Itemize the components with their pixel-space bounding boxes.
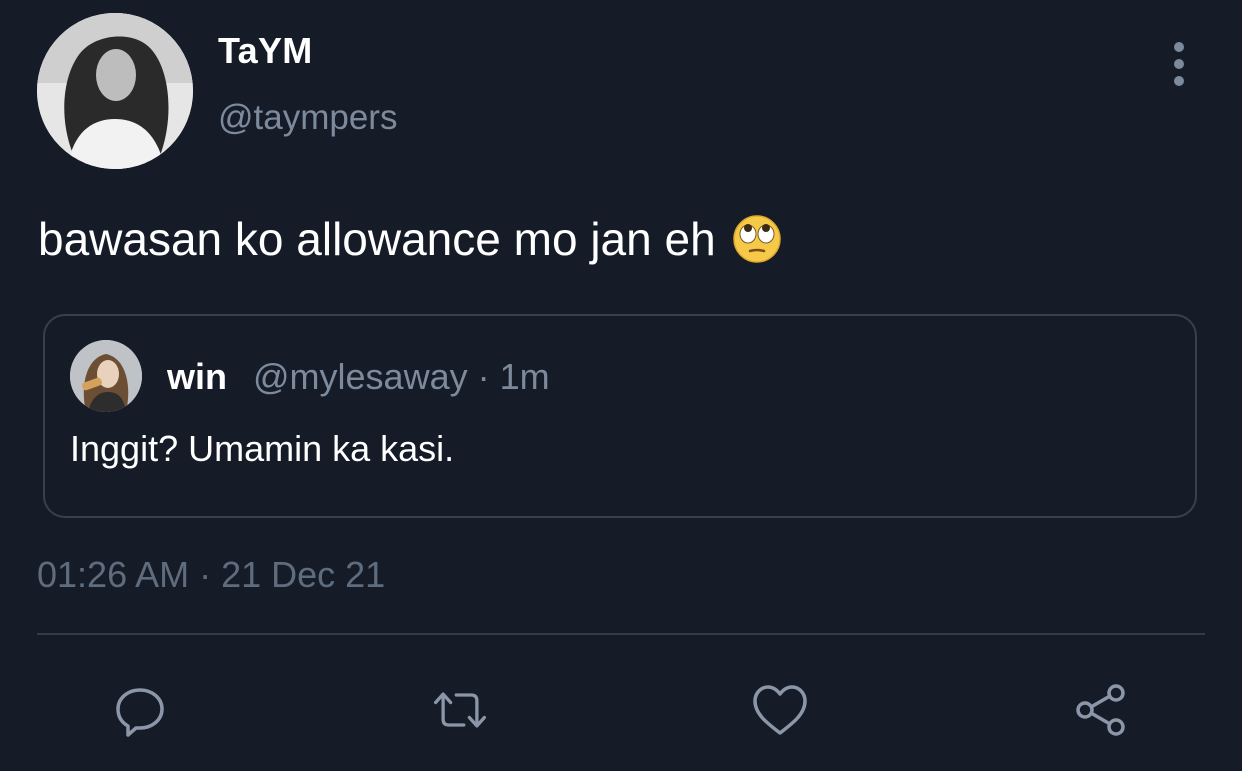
like-icon bbox=[753, 685, 807, 735]
more-dot-icon bbox=[1174, 76, 1184, 86]
quoted-author-meta: @mylesaway · 1m bbox=[253, 356, 550, 397]
author-display-name[interactable]: TaYM bbox=[218, 30, 313, 72]
author-avatar[interactable] bbox=[37, 13, 193, 169]
more-dot-icon bbox=[1174, 59, 1184, 69]
rolling-eyes-emoji-icon bbox=[732, 214, 782, 264]
share-icon bbox=[1076, 684, 1125, 736]
reply-icon bbox=[116, 688, 164, 737]
quoted-author-avatar[interactable] bbox=[70, 340, 142, 412]
tweet-text: bawasan ko allowance mo jan eh bbox=[38, 213, 716, 265]
quoted-tweet-text: Inggit? Umamin ka kasi. bbox=[70, 428, 455, 469]
retweet-button[interactable] bbox=[430, 680, 490, 740]
more-options-button[interactable] bbox=[1164, 42, 1194, 86]
quoted-author-display-name[interactable]: win bbox=[167, 356, 227, 398]
divider bbox=[37, 633, 1205, 635]
like-button[interactable] bbox=[750, 680, 810, 740]
quoted-tweet-card[interactable]: win @mylesaway · 1m Inggit? Umamin ka ka… bbox=[43, 314, 1197, 518]
tweet-timestamp[interactable]: 01:26 AM · 21 Dec 21 bbox=[37, 554, 385, 596]
retweet-icon bbox=[433, 692, 487, 728]
tweet-body: bawasan ko allowance mo jan eh bbox=[38, 212, 782, 266]
reply-button[interactable] bbox=[110, 680, 170, 740]
share-button[interactable] bbox=[1072, 680, 1132, 740]
author-handle[interactable]: @taympers bbox=[218, 98, 397, 138]
more-dot-icon bbox=[1174, 42, 1184, 52]
